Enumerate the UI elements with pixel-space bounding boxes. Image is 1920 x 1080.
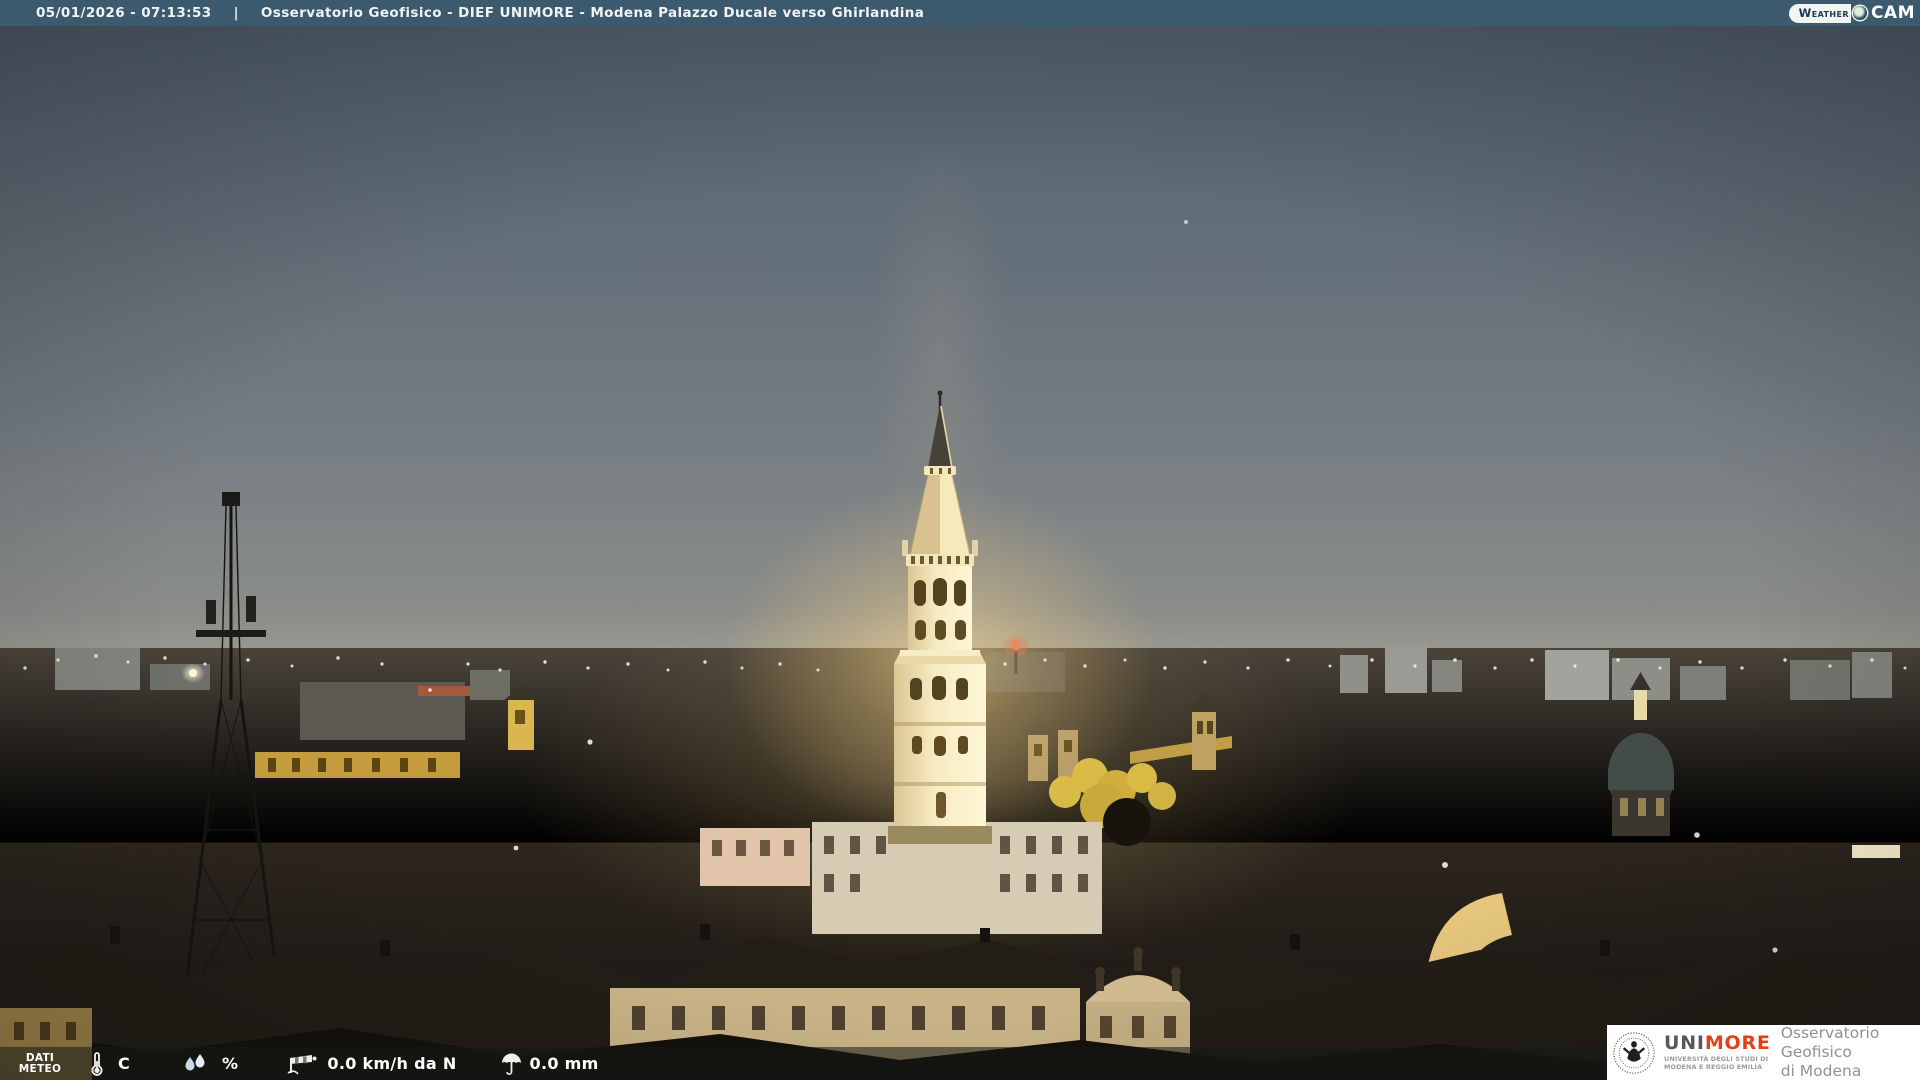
weathercam-weather-label: Weather [1798, 6, 1849, 20]
rain-reading: 0.0 mm [499, 1052, 599, 1076]
bright-sign [1852, 845, 1900, 858]
rain-value: 0.0 mm [529, 1054, 599, 1073]
weathercam-lens-icon [1852, 6, 1867, 20]
humidity-unit: % [222, 1054, 239, 1073]
unimore-seal-icon [1612, 1031, 1656, 1074]
wind-value: 0.0 km/h da N [327, 1054, 457, 1073]
humidity-drops-icon [182, 1053, 208, 1075]
weathercam-logo: Weather CAM [1788, 2, 1915, 24]
small-belltower [508, 700, 534, 750]
top-bar: 05/01/2026 - 07:13:53 | Osservatorio Geo… [0, 0, 1920, 26]
humidity-reading: % [182, 1053, 238, 1075]
timestamp: 05/01/2026 - 07:13:53 [36, 5, 212, 21]
camera-title: Osservatorio Geofisico - DIEF UNIMORE - … [260, 5, 925, 21]
unimore-subtitle-2: MODENA E REGGIO EMILIA [1664, 1062, 1763, 1071]
webcam-frame: 05/01/2026 - 07:13:53 | Osservatorio Geo… [0, 0, 1920, 1080]
unimore-uni: UNI [1664, 1032, 1705, 1055]
thermometer-icon [90, 1051, 104, 1076]
unimore-wordmark: UNIMORE UNIVERSITÀ DEGLI STUDI DI MODENA… [1664, 1034, 1771, 1071]
temperature-reading: C [90, 1051, 131, 1076]
separator: | [233, 5, 239, 21]
observatory-name: Osservatorio Geofisico di Modena [1780, 1024, 1880, 1080]
weathercam-cam-label: CAM [1870, 3, 1915, 23]
temperature-unit: C [118, 1054, 131, 1073]
unimore-more: MORE [1704, 1032, 1771, 1055]
bell-tower [1192, 712, 1216, 770]
weathercam-pill: Weather [1788, 3, 1851, 23]
umbrella-icon [499, 1052, 523, 1076]
windsock-icon [286, 1052, 320, 1076]
street-lamp [181, 663, 205, 683]
unimore-logo-box: UNIMORE UNIVERSITÀ DEGLI STUDI DI MODENA… [1607, 1024, 1920, 1080]
meteo-data-label: DATI METEO [18, 1051, 62, 1075]
star [1184, 220, 1188, 224]
wind-reading: 0.0 km/h da N [286, 1052, 456, 1076]
city-scene [0, 0, 1920, 1080]
